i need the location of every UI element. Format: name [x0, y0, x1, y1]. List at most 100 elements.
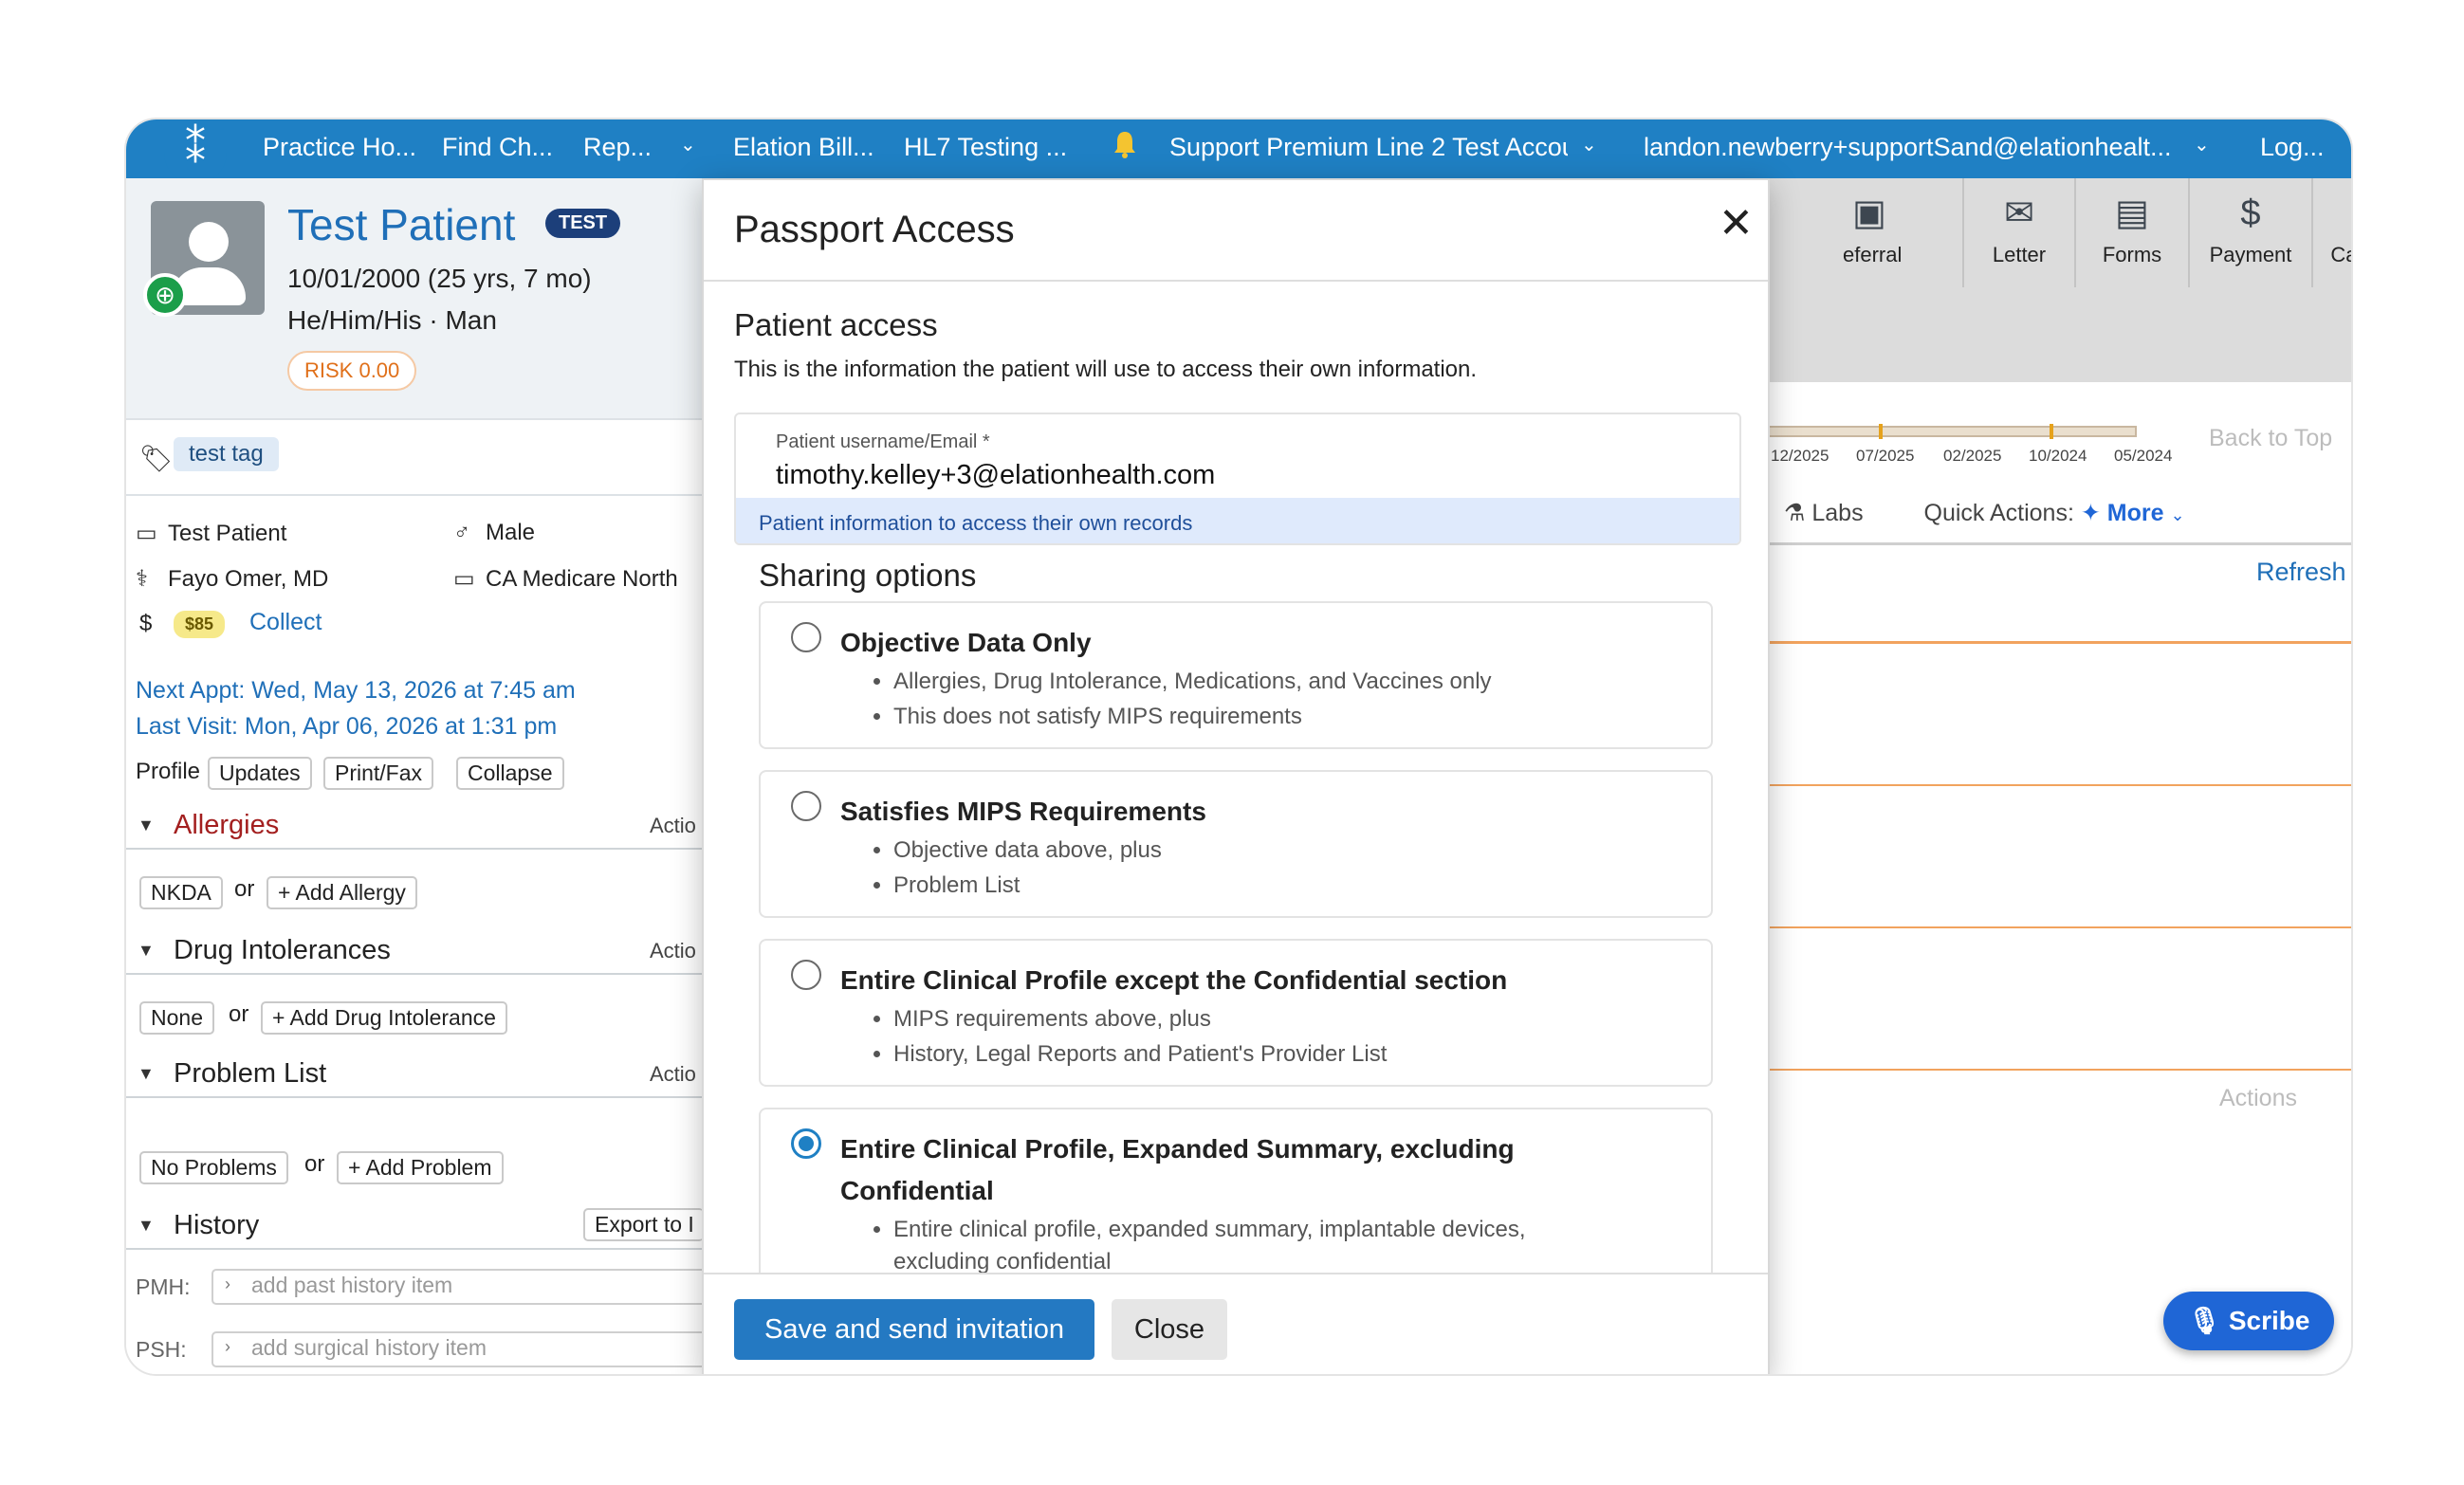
chevron-down-icon[interactable]: ⌄: [2194, 133, 2210, 156]
drug-intolerances-section-header[interactable]: ▼ Drug Intolerances Actio: [126, 927, 705, 975]
drug-intolerances-title: Drug Intolerances: [174, 935, 391, 965]
timeline-label: 02/2025: [1943, 447, 2002, 465]
collapse-triangle-icon[interactable]: ▼: [138, 816, 155, 835]
divider: [704, 280, 1768, 282]
option-bullet: History, Legal Reports and Patient's Pro…: [893, 1036, 1387, 1072]
problem-list-section-header[interactable]: ▼ Problem List Actio: [126, 1051, 705, 1098]
radio-entire-profile-except-confidential[interactable]: [791, 960, 821, 990]
timeline-marker[interactable]: [2050, 424, 2053, 439]
modal-scroll-area[interactable]: Passport Access ✕ Patient access This is…: [704, 180, 1768, 1273]
option-title: Objective Data Only: [840, 628, 1092, 657]
referral-tool[interactable]: ▣ eferral: [1843, 178, 1902, 287]
payment-tool[interactable]: $ Payment: [2188, 178, 2311, 287]
add-problem-button[interactable]: + Add Problem: [337, 1151, 504, 1184]
close-button[interactable]: Close: [1112, 1299, 1227, 1360]
bell-icon[interactable]: [1112, 129, 1137, 159]
option-bullet: MIPS requirements above, plus: [893, 1001, 1387, 1036]
male-icon: ♂: [453, 520, 470, 545]
letter-tool[interactable]: ✉ Letter: [1962, 178, 2074, 287]
radio-expanded-summary[interactable]: [791, 1128, 821, 1159]
chevron-down-icon[interactable]: ⌄: [680, 133, 696, 156]
radio-objective-data[interactable]: [791, 622, 821, 652]
collapse-button[interactable]: Collapse: [456, 757, 564, 790]
nkda-button[interactable]: NKDA: [139, 876, 223, 909]
elation-logo-icon[interactable]: ⁑: [164, 119, 227, 184]
option-bullet: Problem List: [893, 868, 1162, 903]
actions-link[interactable]: Actions: [2219, 1085, 2297, 1112]
export-history-button[interactable]: Export to I: [583, 1208, 704, 1241]
patient-access-description: This is the information the patient will…: [734, 357, 1478, 382]
problem-list-actions[interactable]: Actio: [650, 1062, 696, 1087]
nav-hl7-testing[interactable]: HL7 Testing ...: [904, 133, 1067, 162]
risk-score-badge[interactable]: RISK 0.00: [287, 351, 417, 391]
chevron-down-icon[interactable]: ⌄: [2170, 505, 2184, 524]
patient-sidebar: ⊕ Test Patient TEST 10/01/2000 (25 yrs, …: [126, 178, 714, 1374]
sparkle-icon: ✦: [2080, 500, 2107, 526]
referral-icon: ▣: [1852, 193, 1886, 233]
nav-elation-billing[interactable]: Elation Bill...: [733, 133, 874, 162]
allergies-actions[interactable]: Actio: [650, 814, 696, 838]
option-entire-profile-except-confidential[interactable]: Entire Clinical Profile except the Confi…: [759, 939, 1713, 1087]
close-icon[interactable]: ✕: [1719, 203, 1754, 245]
updates-button[interactable]: Updates: [208, 757, 312, 790]
pmh-label: PMH:: [136, 1274, 191, 1299]
collect-link[interactable]: Collect: [249, 609, 322, 636]
last-visit-link[interactable]: Last Visit: Mon, Apr 06, 2026 at 1:31 pm: [136, 713, 557, 741]
email-field[interactable]: Patient username/Email * timothy.kelley+…: [734, 412, 1741, 545]
option-mips[interactable]: Satisfies MIPS Requirements Objective da…: [759, 770, 1713, 918]
top-navigation: ⁑ Practice Ho... Find Ch... Rep... ⌄ Ela…: [126, 119, 2351, 184]
refresh-link[interactable]: Refresh: [2256, 558, 2346, 587]
nav-account-selector[interactable]: Support Premium Line 2 Test Accou: [1169, 133, 1568, 162]
patient-header: ⊕ Test Patient TEST 10/01/2000 (25 yrs, …: [126, 178, 705, 420]
id-card-icon: ▭: [136, 521, 157, 546]
option-title: Entire Clinical Profile, Expanded Summar…: [840, 1134, 1515, 1205]
insurance-card-icon: ▭: [453, 566, 475, 592]
care-team-tool[interactable]: ◉Care Team: [2311, 178, 2351, 287]
collapse-triangle-icon[interactable]: ▼: [138, 941, 155, 961]
envelope-icon: ✉: [2004, 193, 2034, 233]
radio-mips[interactable]: [791, 791, 821, 821]
add-drug-intolerance-button[interactable]: + Add Drug Intolerance: [261, 1001, 507, 1035]
forms-tool[interactable]: ▤ Forms: [2074, 178, 2188, 287]
chevron-down-icon[interactable]: ⌄: [1581, 133, 1597, 156]
globe-icon[interactable]: ⊕: [143, 273, 187, 317]
nav-reports[interactable]: Rep...: [583, 133, 652, 162]
patient-tag[interactable]: test tag: [174, 437, 279, 471]
nav-logout[interactable]: Log...: [2260, 133, 2325, 162]
no-intolerance-button[interactable]: None: [139, 1001, 214, 1035]
allergies-section-header[interactable]: ▼ Allergies Actio: [126, 802, 705, 850]
add-allergy-button[interactable]: + Add Allergy: [267, 876, 417, 909]
patient-display-name: ▭ Test Patient: [136, 521, 287, 546]
nav-find-chart[interactable]: Find Ch...: [442, 133, 553, 162]
collapse-triangle-icon[interactable]: ▼: [138, 1216, 155, 1236]
more-actions-button[interactable]: More: [2107, 500, 2164, 526]
drug-intolerances-actions[interactable]: Actio: [650, 939, 696, 963]
option-objective-data[interactable]: Objective Data Only Allergies, Drug Into…: [759, 601, 1713, 749]
tag-row: 🏷 test tag: [126, 420, 705, 496]
patient-provider: ⚕ Fayo Omer, MD: [136, 566, 329, 592]
allergies-title: Allergies: [174, 810, 280, 840]
back-to-top-link[interactable]: Back to Top: [2209, 425, 2332, 452]
patient-insurance: ▭ CA Medicare North: [453, 566, 678, 592]
nav-practice-home[interactable]: Practice Ho...: [263, 133, 416, 162]
labs-tab[interactable]: Labs: [1811, 500, 1863, 526]
print-fax-button[interactable]: Print/Fax: [323, 757, 434, 790]
timeline-label: 05/2024: [2114, 447, 2173, 465]
timeline-marker[interactable]: [1879, 424, 1883, 439]
save-and-send-button[interactable]: Save and send invitation: [734, 1299, 1094, 1360]
tag-icon[interactable]: 🏷: [139, 443, 174, 474]
or-text: or: [234, 876, 255, 902]
pmh-input[interactable]: › add past history item: [211, 1269, 714, 1305]
collapse-triangle-icon[interactable]: ▼: [138, 1064, 155, 1084]
test-badge: TEST: [545, 209, 621, 238]
nav-user-menu[interactable]: landon.newberry+supportSand@elationhealt…: [1644, 133, 2172, 162]
scribe-button[interactable]: 🎙 Scribe: [2163, 1292, 2334, 1350]
option-expanded-summary[interactable]: Entire Clinical Profile, Expanded Summar…: [759, 1108, 1713, 1273]
psh-input[interactable]: › add surgical history item: [211, 1331, 714, 1367]
divider: [1770, 542, 2351, 545]
patient-name[interactable]: Test Patient: [287, 199, 515, 250]
email-field-value[interactable]: timothy.kelley+3@elationhealth.com: [776, 460, 1215, 491]
dollar-circle-icon: $: [2240, 193, 2261, 233]
no-problems-button[interactable]: No Problems: [139, 1151, 288, 1184]
next-appointment-link[interactable]: Next Appt: Wed, May 13, 2026 at 7:45 am: [136, 677, 576, 705]
